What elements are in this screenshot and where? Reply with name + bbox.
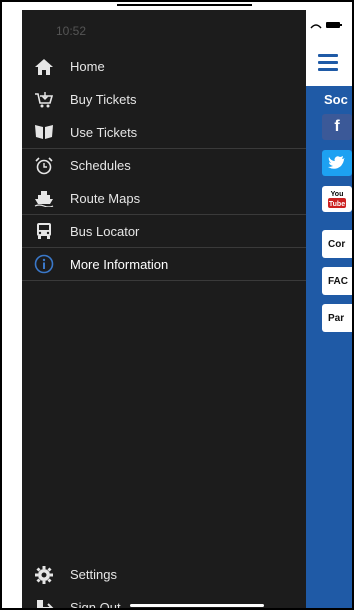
status-time: 10:52 — [56, 24, 87, 38]
menu-item-more-information[interactable]: More Information — [22, 248, 306, 281]
menu-item-label: Sign Out — [70, 600, 121, 610]
ferry-icon — [34, 188, 54, 208]
menu-item-home[interactable]: Home — [22, 50, 306, 83]
menu-item-label: Use Tickets — [70, 124, 138, 140]
bus-icon — [34, 221, 54, 241]
menu-item-label: Buy Tickets — [70, 92, 137, 107]
content-card[interactable]: Par — [322, 304, 352, 332]
content-card[interactable]: FAC — [322, 267, 352, 295]
alarm-clock-icon — [34, 156, 54, 176]
house-icon — [34, 57, 54, 77]
cart-icon — [34, 90, 54, 110]
home-indicator[interactable] — [130, 604, 264, 607]
menu-item-bus-locator[interactable]: Bus Locator — [22, 215, 306, 248]
menu-item-label: Settings — [70, 567, 117, 582]
menu-item-label: Home — [70, 59, 105, 74]
top-marker — [117, 4, 252, 6]
menu-item-label: Route Maps — [70, 190, 141, 206]
menu-item-sign-out[interactable]: Sign Out — [22, 591, 306, 610]
content-header — [306, 10, 352, 86]
twitter-icon[interactable] — [322, 150, 352, 176]
menu-item-route-maps[interactable]: Route Maps — [22, 182, 306, 215]
menu-item-label: More Information — [70, 256, 169, 272]
menu-item-schedules[interactable]: Schedules — [22, 149, 306, 182]
menu-item-label: Bus Locator — [70, 223, 140, 239]
content-card[interactable]: Cor — [322, 230, 352, 258]
section-title: Soc — [324, 92, 348, 107]
menu-item-settings[interactable]: Settings — [22, 558, 306, 591]
menu-item-label: Schedules — [70, 158, 131, 173]
hamburger-menu-icon[interactable] — [318, 54, 338, 75]
youtube-icon[interactable]: You Tube — [322, 186, 352, 212]
gear-icon — [34, 565, 54, 585]
facebook-icon[interactable]: f — [322, 114, 352, 140]
youtube-tube-text: Tube — [329, 201, 345, 208]
left-strip — [4, 10, 23, 608]
youtube-you-text: You — [331, 191, 344, 198]
info-icon — [34, 254, 54, 274]
ticket-icon — [34, 122, 54, 142]
menu-item-buy-tickets[interactable]: Buy Tickets — [22, 83, 306, 116]
phone-frame: 10:52 Home Buy Tickets Use Tickets Sched… — [0, 0, 354, 610]
drawer-menu: Home Buy Tickets Use Tickets Schedules R… — [22, 50, 306, 281]
main-content-peek[interactable]: Soc f You Tube Cor FAC Par — [306, 10, 352, 608]
navigation-drawer: 10:52 Home Buy Tickets Use Tickets Sched… — [22, 10, 306, 610]
drawer-bottom-menu: Settings Sign Out — [22, 558, 306, 610]
sign-out-icon — [34, 598, 54, 608]
status-icons — [310, 20, 346, 33]
menu-item-use-tickets[interactable]: Use Tickets — [22, 116, 306, 149]
